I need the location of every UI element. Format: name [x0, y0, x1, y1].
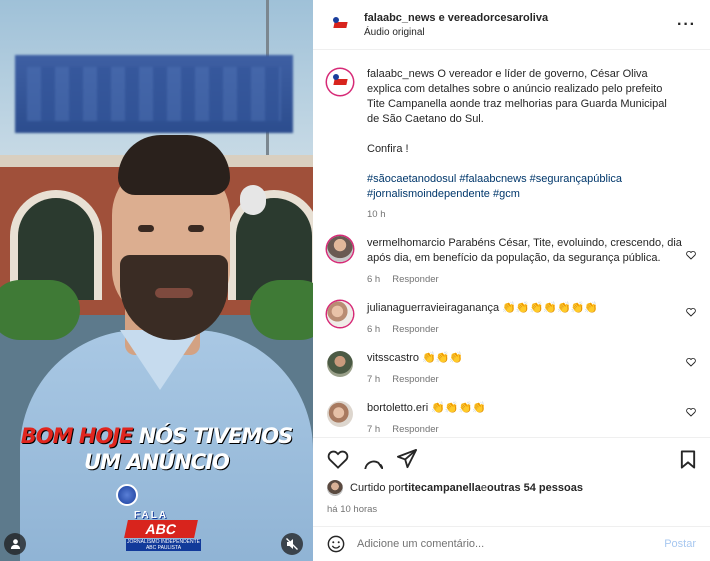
commenter-avatar[interactable]: [327, 301, 353, 327]
person-eye-left: [138, 225, 154, 232]
caption-confira: Confira !: [367, 143, 409, 155]
comment-composer: Adicione um comentário... Postar: [313, 526, 710, 561]
blurred-banner: [15, 55, 293, 133]
caption-username[interactable]: falaabc_news: [367, 68, 434, 80]
person-mouth: [155, 288, 193, 298]
comment-time: 6 h: [367, 324, 381, 335]
post-header: falaabc_news e vereadorcesaroliva Áudio …: [313, 0, 710, 50]
more-options-icon[interactable]: ···: [677, 16, 696, 34]
microphone-icon: [116, 484, 138, 506]
caption-time: 10 h: [367, 209, 386, 220]
bush-right: [250, 280, 313, 340]
comment-row: vitsscastro 👏👏👏 7 h Responder: [327, 351, 696, 387]
post-timestamp[interactable]: há 10 horas: [327, 504, 696, 515]
mute-toggle-button[interactable]: [281, 533, 303, 555]
caption-row: falaabc_news O vereador e líder de gover…: [327, 65, 696, 222]
like-comment-heart-icon[interactable]: [686, 250, 696, 260]
comment-username[interactable]: julianaguerravieiraganança: [367, 302, 499, 314]
liker-avatar[interactable]: [327, 480, 343, 496]
commenter-avatar[interactable]: [327, 236, 353, 262]
bush-left: [0, 280, 80, 340]
video-caption-line1: BOM HOJE NÓS TIVEMOS: [20, 424, 293, 448]
emoji-icon[interactable]: [327, 535, 345, 553]
comments-list[interactable]: falaabc_news O vereador e líder de gover…: [313, 51, 710, 437]
lamp: [240, 185, 266, 215]
comment-row: vermelhomarcio Parabéns César, Tite, evo…: [327, 236, 696, 287]
reply-button[interactable]: Responder: [392, 374, 438, 385]
caption-hashtags-2[interactable]: #jornalismoindependente #gcm: [367, 187, 682, 202]
comment-username[interactable]: vitsscastro: [367, 352, 419, 364]
comment-text: 👏👏👏👏👏👏👏: [502, 302, 599, 314]
audio-label[interactable]: Áudio original: [364, 27, 677, 38]
share-icon[interactable]: [397, 449, 417, 469]
like-heart-icon[interactable]: [327, 449, 349, 469]
comment-row: bortoletto.eri 👏👏👏👏 7 h Responder: [327, 401, 696, 437]
person-icon: [10, 539, 20, 549]
tagged-users-button[interactable]: [4, 533, 26, 555]
author-avatar[interactable]: [327, 11, 353, 38]
muted-speaker-icon: [286, 538, 298, 550]
like-comment-heart-icon[interactable]: [686, 407, 696, 417]
caption-avatar[interactable]: [327, 69, 353, 95]
reply-button[interactable]: Responder: [392, 274, 438, 285]
reply-button[interactable]: Responder: [392, 324, 438, 335]
commenter-avatar[interactable]: [327, 401, 353, 427]
bookmark-icon[interactable]: [680, 449, 696, 469]
fala-abc-logo: FALA ABC JORNALISMO INDEPENDENTE ABC PAU…: [112, 482, 204, 551]
comment-icon[interactable]: [363, 449, 383, 469]
comment-text: 👏👏👏👏: [431, 402, 487, 414]
comment-username[interactable]: vermelhomarcio: [367, 237, 445, 249]
reply-button[interactable]: Responder: [392, 424, 438, 435]
video-caption-line2: UM ANÚNCIO: [84, 450, 230, 474]
like-comment-heart-icon[interactable]: [686, 307, 696, 317]
commenter-avatar[interactable]: [327, 351, 353, 377]
comment-text: 👏👏👏: [422, 352, 464, 364]
comment-time: 7 h: [367, 374, 381, 385]
video-player[interactable]: BOM HOJE NÓS TIVEMOS UM ANÚNCIO FALA ABC…: [0, 0, 313, 561]
liker-username[interactable]: titecampanella: [404, 482, 480, 494]
person-eye-right: [188, 225, 204, 232]
post-panel: falaabc_news e vereadorcesaroliva Áudio …: [313, 0, 710, 561]
likes-summary: Curtido por titecampanella e outras 54 p…: [327, 480, 696, 496]
comment-row: julianaguerravieiraganança 👏👏👏👏👏👏👏 6 h Re…: [327, 301, 696, 337]
author-names[interactable]: falaabc_news e vereadorcesaroliva: [364, 12, 677, 24]
likes-others-link[interactable]: outras 54 pessoas: [487, 482, 583, 494]
comment-time: 7 h: [367, 424, 381, 435]
comment-time: 6 h: [367, 274, 381, 285]
like-comment-heart-icon[interactable]: [686, 357, 696, 367]
person-hair: [118, 135, 230, 195]
post-comment-button[interactable]: Postar: [664, 538, 696, 550]
comment-input[interactable]: Adicione um comentário...: [357, 538, 664, 550]
caption-hashtags-1[interactable]: #sãocaetanodosul #falaabcnews #segurança…: [367, 172, 682, 187]
post-actions: Curtido por titecampanella e outras 54 p…: [313, 437, 710, 515]
comment-username[interactable]: bortoletto.eri: [367, 402, 428, 414]
